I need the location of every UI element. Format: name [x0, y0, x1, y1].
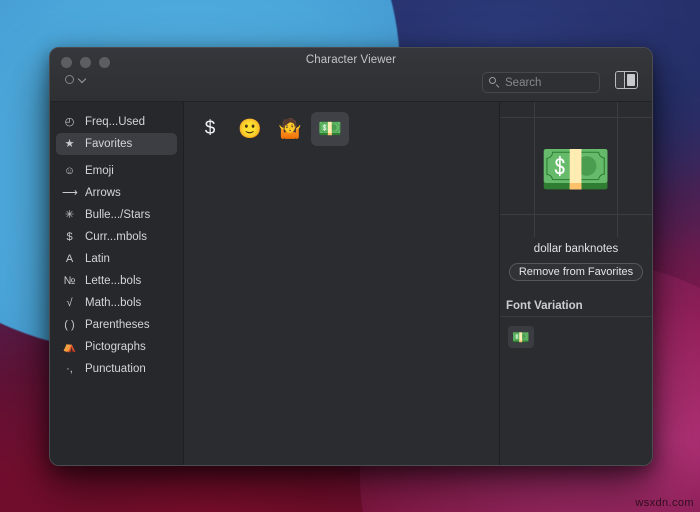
dollar-icon: $ — [66, 230, 73, 243]
sidebar-item-freq-used[interactable]: ◴ Freq...Used — [56, 111, 177, 133]
sidebar-item-label: Freq...Used — [85, 116, 146, 128]
character-cell-dollar-sign[interactable]: $ — [191, 112, 229, 146]
preview-stage: 💵 — [500, 102, 652, 237]
font-variation-cell[interactable]: 💵 — [508, 326, 534, 348]
sidebar-item-label: Arrows — [85, 187, 121, 199]
window-title: Character Viewer — [305, 54, 397, 66]
sidebar-item-favorites[interactable]: ★ Favorites — [56, 133, 177, 155]
sidebar-item-label: Lette...bols — [85, 275, 142, 287]
sidebar-item-lette-bols[interactable]: № Lette...bols — [56, 270, 177, 292]
sidebar-item-pictographs[interactable]: ⛺ Pictographs — [56, 336, 177, 358]
sidebar-item-latin[interactable]: A Latin — [56, 248, 177, 270]
search-placeholder: Search — [505, 76, 542, 89]
close-button[interactable] — [61, 57, 72, 68]
remove-from-favorites-button[interactable]: Remove from Favorites — [508, 263, 644, 281]
chevron-down-icon — [78, 75, 87, 84]
sidebar-item-parentheses[interactable]: ( ) Parentheses — [56, 314, 177, 336]
category-sidebar: ◴ Freq...Used ★ Favorites ☺ Emoji ⟶ Arrows ✳ Bull… — [50, 102, 184, 465]
sidebar-item-math-bols[interactable]: √ Math...bols — [56, 292, 177, 314]
star-icon: ★ — [64, 137, 75, 150]
desktop-background: wsxdn.com Character Viewer Search ◴ Freq… — [0, 0, 700, 512]
sidebar-item-label: Latin — [85, 253, 110, 265]
character-cell-person-shrugging[interactable]: 🤷 — [271, 112, 309, 146]
character-name: dollar banknotes — [533, 243, 619, 255]
character-grid-area: $ 🙂 🤷 💵 — [184, 102, 500, 465]
panel-right-part — [627, 74, 635, 86]
sidebar-item-label: Pictographs — [85, 341, 146, 353]
sidebar-item-emoji[interactable]: ☺ Emoji — [56, 160, 177, 182]
preview-panel: 💵 dollar banknotes Remove from Favorites… — [500, 102, 652, 465]
preview-glyph: 💵 — [539, 136, 613, 202]
panel-left-part — [616, 72, 625, 88]
character-viewer-window: Character Viewer Search ◴ Freq...Used ★ Fav… — [49, 47, 653, 466]
minimize-button[interactable] — [80, 57, 91, 68]
sidebar-item-bulle-stars[interactable]: ✳ Bulle.../Stars — [56, 204, 177, 226]
latin-a-icon: A — [65, 252, 74, 265]
character-cell-dollar-banknotes[interactable]: 💵 — [311, 112, 349, 146]
character-cell-slightly-smiling-face[interactable]: 🙂 — [231, 112, 269, 146]
sidebar-item-label: Punctuation — [85, 363, 146, 375]
window-titlebar[interactable]: Character Viewer Search — [50, 48, 652, 102]
clock-icon: ◴ — [64, 115, 75, 128]
search-input[interactable]: Search — [482, 72, 600, 93]
sidebar-item-label: Bulle.../Stars — [85, 209, 151, 221]
arrow-right-icon: ⟶ — [62, 186, 78, 199]
watermark: wsxdn.com — [635, 497, 694, 509]
window-body: ◴ Freq...Used ★ Favorites ☺ Emoji ⟶ Arrows ✳ Bull… — [50, 102, 652, 465]
numero-icon: № — [63, 274, 76, 287]
character-grid: $ 🙂 🤷 💵 — [190, 112, 499, 146]
smiley-icon: ☺ — [63, 164, 76, 177]
zoom-button[interactable] — [99, 57, 110, 68]
punctuation-icon: ·, — [66, 362, 73, 375]
sidebar-item-label: Favorites — [85, 138, 133, 150]
pictograph-icon: ⛺ — [62, 340, 77, 353]
search-icon — [489, 77, 500, 88]
sidebar-item-label: Parentheses — [85, 319, 150, 331]
asterisk-icon: ✳ — [64, 208, 75, 221]
panel-layout-icon[interactable] — [615, 71, 638, 89]
options-menu-button[interactable] — [65, 75, 87, 84]
sidebar-item-punctuation[interactable]: ·, Punctuation — [56, 358, 177, 380]
sidebar-item-curr-mbols[interactable]: $ Curr...mbols — [56, 226, 177, 248]
font-variation-row: 💵 — [500, 317, 652, 348]
sidebar-item-label: Curr...mbols — [85, 231, 147, 243]
traffic-light-group — [61, 57, 110, 68]
parentheses-icon: ( ) — [64, 318, 75, 331]
sidebar-item-arrows[interactable]: ⟶ Arrows — [56, 182, 177, 204]
sidebar-item-label: Math...bols — [85, 297, 142, 309]
font-variation-title: Font Variation — [506, 300, 583, 312]
radical-icon: √ — [66, 296, 73, 309]
sidebar-item-label: Emoji — [85, 165, 114, 177]
gear-icon — [65, 75, 74, 84]
